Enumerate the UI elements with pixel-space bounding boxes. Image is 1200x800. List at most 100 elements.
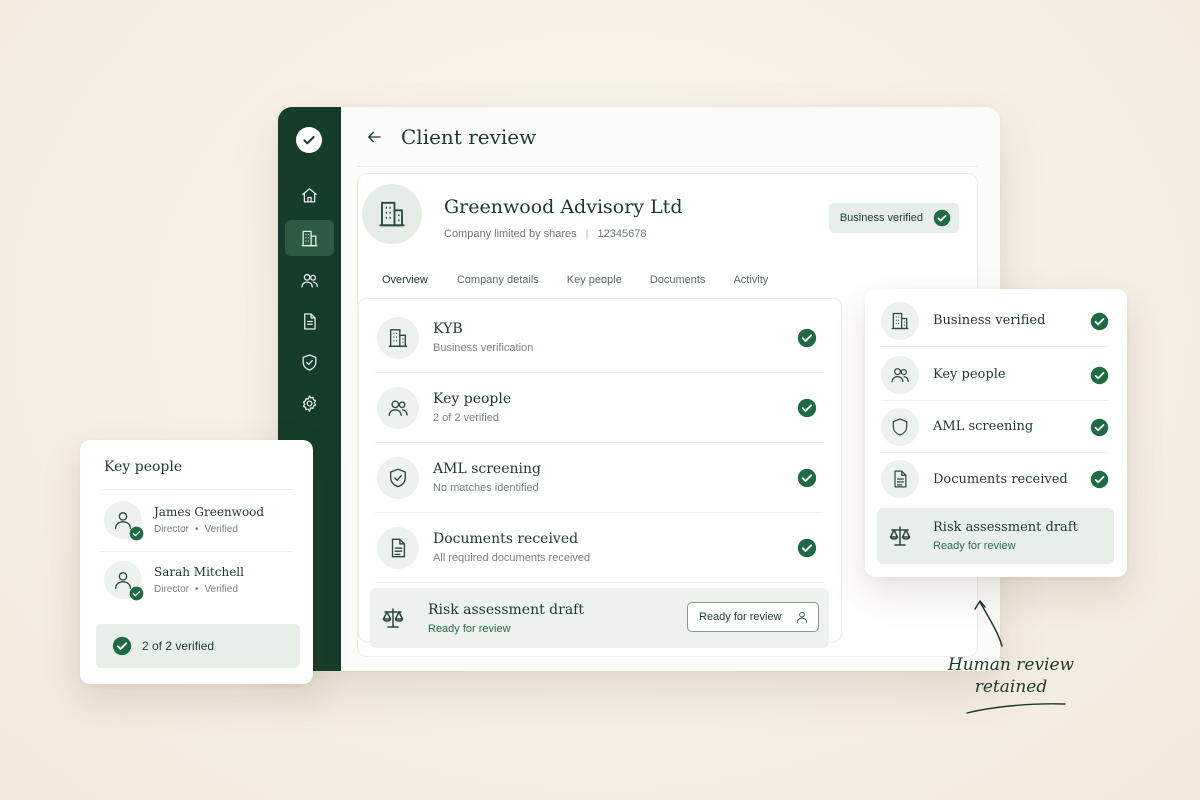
status-item-aml[interactable]: AML screening xyxy=(881,401,1109,453)
person-icon xyxy=(795,610,809,624)
status-item-business-verified[interactable]: Business verified xyxy=(881,295,1109,347)
check-title: Documents received xyxy=(433,531,579,547)
company-avatar xyxy=(362,184,422,244)
tab-documents[interactable]: Documents xyxy=(636,266,720,300)
person-role: Director xyxy=(154,524,190,535)
company-number: 12345678 xyxy=(597,228,647,240)
annotation-arrow-icon xyxy=(974,600,1003,647)
shield-icon xyxy=(890,417,910,437)
building-icon xyxy=(377,199,407,229)
check-row-kyb[interactable]: KYB Business verification xyxy=(375,303,823,373)
check-row-key-people[interactable]: Key people 2 of 2 verified xyxy=(375,373,823,443)
tab-company-details[interactable]: Company details xyxy=(443,266,553,300)
check-circle-icon xyxy=(112,636,132,656)
ready-for-review-button[interactable]: Ready for review xyxy=(687,602,819,632)
check-circle-icon xyxy=(1090,366,1109,385)
check-subtitle: All required documents received xyxy=(433,552,591,564)
check-circle-icon xyxy=(129,586,144,601)
people-icon xyxy=(387,397,409,419)
verified-summary: 2 of 2 verified xyxy=(96,624,300,668)
document-icon xyxy=(304,312,316,330)
annotation-line-1: Human review xyxy=(947,655,1075,675)
check-circle-icon xyxy=(1090,418,1109,437)
status-label: AML screening xyxy=(933,419,1034,434)
company-type: Company limited by shares xyxy=(444,228,577,240)
check-title: Key people xyxy=(433,391,512,407)
divider xyxy=(100,551,293,552)
check-row-risk-assessment[interactable]: Risk assessment draft Ready for review Re… xyxy=(370,588,829,648)
person-row[interactable]: James Greenwood Director • Verified xyxy=(104,498,294,542)
key-people-card: Key people James Greenwood Director • Veri… xyxy=(80,440,313,684)
tab-activity[interactable]: Activity xyxy=(719,266,782,300)
check-subtitle: Ready for review xyxy=(428,622,511,635)
building-icon xyxy=(387,327,409,349)
shield-check-icon xyxy=(387,467,409,489)
check-circle-icon xyxy=(797,468,817,488)
gear-icon xyxy=(302,394,317,412)
scales-icon xyxy=(381,606,405,630)
review-button-label: Ready for review xyxy=(699,611,782,623)
people-icon xyxy=(890,365,910,385)
check-circle-icon xyxy=(797,328,817,348)
badge-label: Business verified xyxy=(839,212,923,224)
document-icon xyxy=(387,537,409,559)
tab-bar: Overview Company details Key people Docu… xyxy=(367,266,782,300)
divider xyxy=(100,489,293,490)
check-subtitle: No matches identified xyxy=(433,482,539,494)
status-label: Key people xyxy=(933,367,1006,382)
check-title: Risk assessment draft xyxy=(428,601,584,618)
human-review-annotation: Human review retained xyxy=(946,654,1076,698)
avatar xyxy=(104,561,142,599)
person-status: Verified xyxy=(204,524,238,535)
checks-list: KYB Business verification Key people 2 of … xyxy=(358,298,842,648)
tab-overview[interactable]: Overview xyxy=(367,266,443,300)
check-row-aml[interactable]: AML screening No matches identified xyxy=(375,443,823,513)
check-circle-icon xyxy=(1090,470,1109,489)
status-label: Business verified xyxy=(933,313,1046,328)
check-subtitle: Business verification xyxy=(433,342,534,354)
person-name: James Greenwood xyxy=(154,505,265,519)
people-icon xyxy=(301,273,318,287)
sidebar-item-people[interactable] xyxy=(285,262,334,298)
company-name: Greenwood Advisory Ltd xyxy=(444,196,683,218)
check-circle-icon xyxy=(129,526,144,541)
page-title: Client review xyxy=(401,124,537,149)
status-label: Risk assessment draft xyxy=(933,520,1078,535)
business-verified-badge: Business verified xyxy=(828,203,959,233)
logo-check-icon[interactable] xyxy=(296,127,322,153)
status-item-key-people[interactable]: Key people xyxy=(881,349,1109,401)
annotation-underline xyxy=(966,703,1066,714)
status-item-risk-assessment[interactable]: Risk assessment draft Ready for review xyxy=(877,508,1114,564)
person-name: Sarah Mitchell xyxy=(154,565,244,579)
status-item-documents[interactable]: Documents received xyxy=(881,453,1109,505)
card-title: Key people xyxy=(104,459,183,475)
check-row-documents[interactable]: Documents received All required documents… xyxy=(375,513,823,583)
status-subtitle: Ready for review xyxy=(933,540,1016,552)
check-subtitle: 2 of 2 verified xyxy=(433,412,500,424)
sidebar-item-clients[interactable] xyxy=(285,220,334,256)
back-arrow-icon[interactable] xyxy=(365,128,383,146)
shield-check-icon xyxy=(302,353,317,371)
company-meta: Company limited by shares | 12345678 xyxy=(444,228,647,240)
document-icon xyxy=(890,469,910,489)
building-icon xyxy=(301,230,318,246)
status-label: Documents received xyxy=(933,471,1068,487)
status-checklist-card: Business verified Key people AML screeni… xyxy=(865,289,1127,577)
page-header: Client review xyxy=(357,107,978,167)
check-title: KYB xyxy=(433,321,463,337)
check-circle-icon xyxy=(797,398,817,418)
tab-key-people[interactable]: Key people xyxy=(553,266,636,300)
person-row[interactable]: Sarah Mitchell Director • Verified xyxy=(104,558,294,602)
avatar xyxy=(104,501,142,539)
check-circle-icon xyxy=(933,209,951,227)
check-title: AML screening xyxy=(433,461,541,477)
home-icon xyxy=(301,187,318,202)
sidebar-item-home[interactable] xyxy=(285,177,334,213)
scales-icon xyxy=(888,524,912,548)
sidebar-item-documents[interactable] xyxy=(285,303,334,339)
sidebar-item-compliance[interactable] xyxy=(285,344,334,380)
check-circle-icon xyxy=(1090,312,1109,331)
sidebar-item-settings[interactable] xyxy=(285,385,334,421)
person-role: Director xyxy=(154,584,190,595)
check-circle-icon xyxy=(797,538,817,558)
